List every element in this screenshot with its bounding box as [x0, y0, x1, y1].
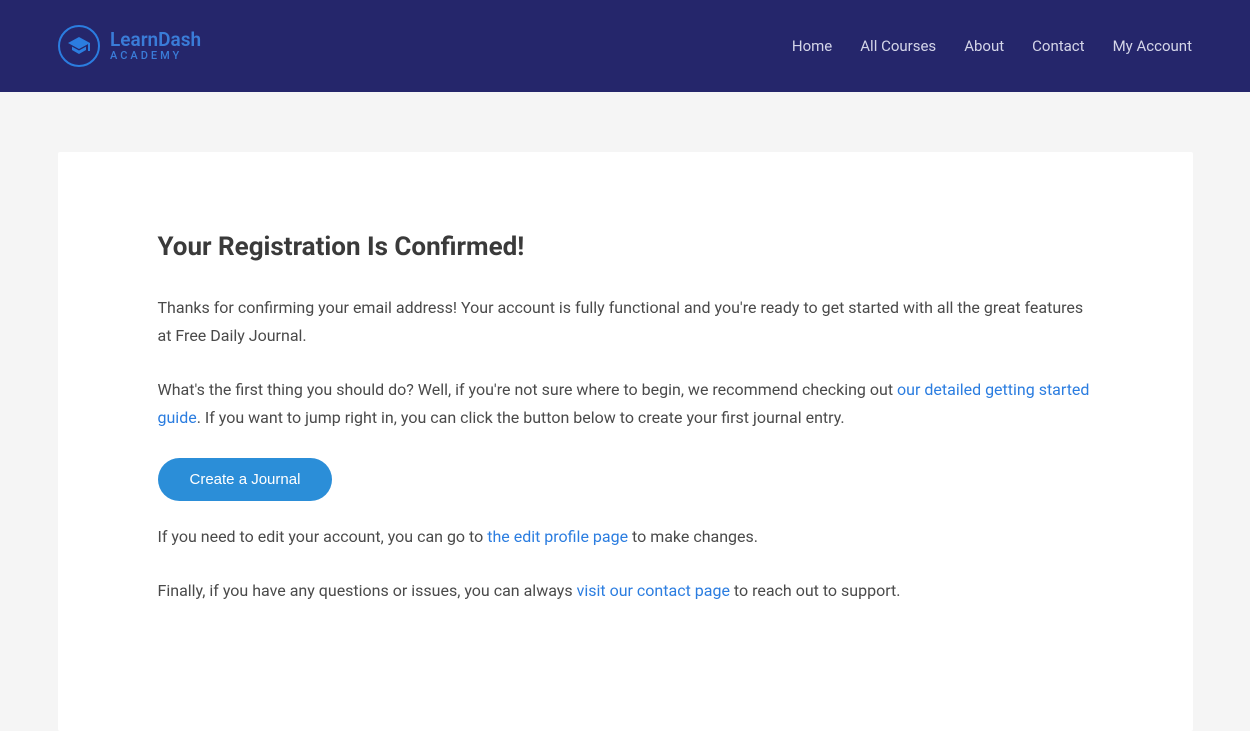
edit-profile-paragraph: If you need to edit your account, you ca… — [158, 523, 1093, 551]
guide-text-before: What's the first thing you should do? We… — [158, 380, 898, 399]
nav-all-courses[interactable]: All Courses — [860, 37, 936, 55]
main-content: Your Registration Is Confirmed! Thanks f… — [58, 152, 1193, 731]
graduation-cap-icon — [58, 25, 100, 67]
logo[interactable]: LearnDash ACADEMY — [58, 25, 201, 67]
main-nav: Home All Courses About Contact My Accoun… — [792, 37, 1192, 55]
contact-text-after: to reach out to support. — [730, 581, 901, 600]
page-title: Your Registration Is Confirmed! — [158, 232, 1093, 262]
intro-paragraph: Thanks for confirming your email address… — [158, 294, 1093, 350]
contact-text-before: Finally, if you have any questions or is… — [158, 581, 577, 600]
logo-brand: LearnDash — [110, 30, 201, 51]
nav-contact[interactable]: Contact — [1032, 37, 1084, 55]
nav-my-account[interactable]: My Account — [1113, 37, 1192, 55]
contact-page-link[interactable]: visit our contact page — [577, 581, 730, 600]
nav-home[interactable]: Home — [792, 37, 832, 55]
guide-text-after: . If you want to jump right in, you can … — [197, 408, 845, 427]
edit-profile-link[interactable]: the edit profile page — [487, 527, 628, 546]
logo-text: LearnDash ACADEMY — [110, 30, 201, 63]
nav-about[interactable]: About — [964, 37, 1004, 55]
guide-paragraph: What's the first thing you should do? We… — [158, 376, 1093, 432]
edit-profile-text-before: If you need to edit your account, you ca… — [158, 527, 488, 546]
contact-paragraph: Finally, if you have any questions or is… — [158, 577, 1093, 605]
create-journal-button[interactable]: Create a Journal — [158, 458, 333, 501]
edit-profile-text-after: to make changes. — [628, 527, 758, 546]
logo-subtitle: ACADEMY — [110, 50, 201, 62]
site-header: LearnDash ACADEMY Home All Courses About… — [0, 0, 1250, 92]
